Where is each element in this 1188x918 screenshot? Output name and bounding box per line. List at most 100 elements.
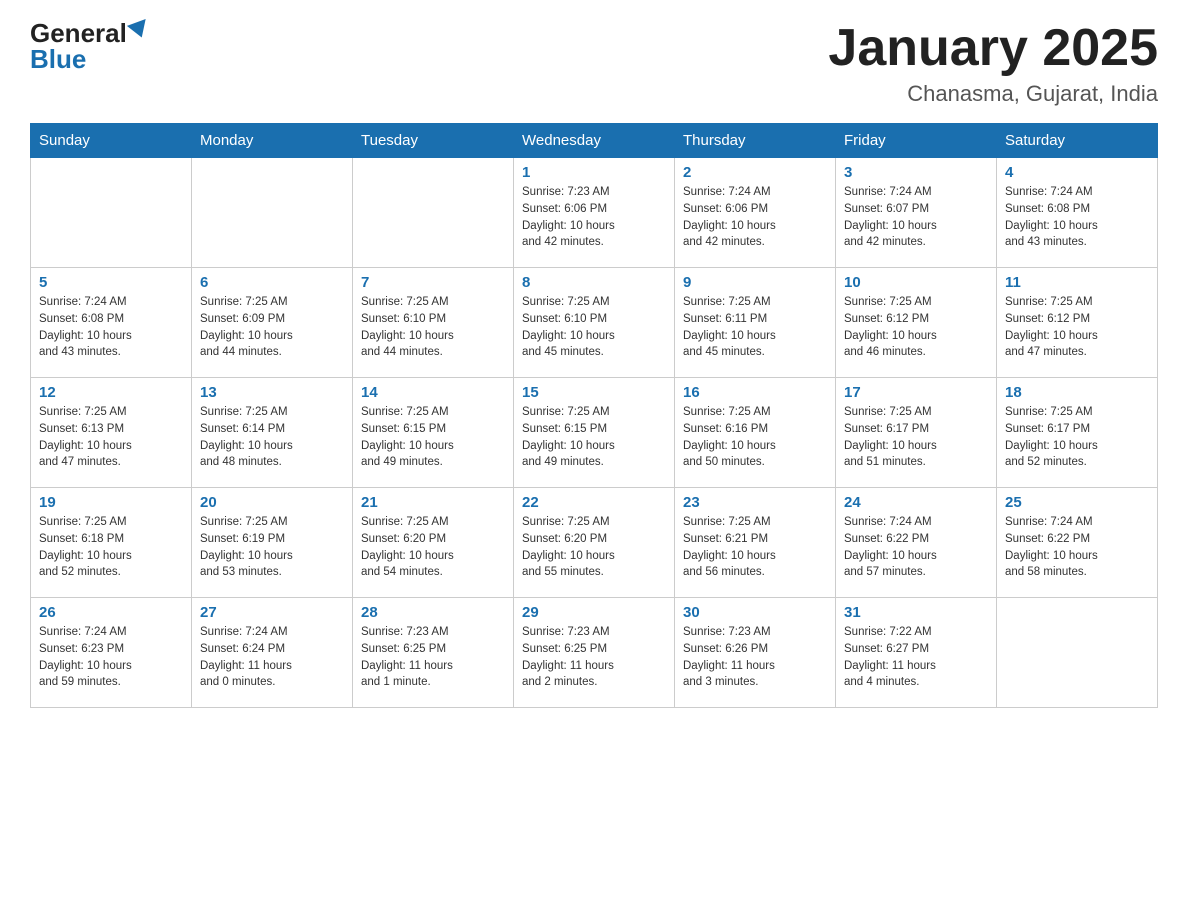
header-friday: Friday (836, 124, 997, 158)
day-info: Sunrise: 7:24 AM Sunset: 6:22 PM Dayligh… (1005, 514, 1149, 581)
day-info: Sunrise: 7:25 AM Sunset: 6:20 PM Dayligh… (522, 514, 666, 581)
day-info: Sunrise: 7:23 AM Sunset: 6:06 PM Dayligh… (522, 184, 666, 251)
day-number: 24 (844, 494, 988, 511)
day-number: 3 (844, 164, 988, 181)
logo-general-text: General (30, 20, 127, 46)
calendar-cell: 15 Sunrise: 7:25 AM Sunset: 6:15 PM Dayli… (514, 378, 675, 488)
day-number: 11 (1005, 274, 1149, 291)
calendar-cell: 7Sunrise: 7:25 AM Sunset: 6:10 PM Daylig… (353, 268, 514, 378)
calendar-row-4: 26 Sunrise: 7:24 AM Sunset: 6:23 PM Dayli… (31, 598, 1158, 708)
day-info: Sunrise: 7:22 AM Sunset: 6:27 PM Dayligh… (844, 624, 988, 691)
day-number: 8 (522, 274, 666, 291)
day-info: Sunrise: 7:24 AM Sunset: 6:06 PM Dayligh… (683, 184, 827, 251)
day-number: 15 (522, 384, 666, 401)
logo: General Blue (30, 20, 149, 72)
calendar-cell: 17 Sunrise: 7:25 AM Sunset: 6:17 PM Dayli… (836, 378, 997, 488)
calendar-cell: 8 Sunrise: 7:25 AM Sunset: 6:10 PM Daylig… (514, 268, 675, 378)
calendar-cell: 21 Sunrise: 7:25 AM Sunset: 6:20 PM Dayli… (353, 488, 514, 598)
calendar-cell: 18Sunrise: 7:25 AM Sunset: 6:17 PM Dayli… (997, 378, 1158, 488)
day-info: Sunrise: 7:24 AM Sunset: 6:22 PM Dayligh… (844, 514, 988, 581)
header-row: SundayMondayTuesdayWednesdayThursdayFrid… (31, 124, 1158, 158)
calendar-cell: 14 Sunrise: 7:25 AM Sunset: 6:15 PM Dayli… (353, 378, 514, 488)
day-number: 22 (522, 494, 666, 511)
day-number: 17 (844, 384, 988, 401)
calendar-cell: 4Sunrise: 7:24 AM Sunset: 6:08 PM Daylig… (997, 158, 1158, 268)
day-info: Sunrise: 7:23 AM Sunset: 6:26 PM Dayligh… (683, 624, 827, 691)
calendar-cell: 26 Sunrise: 7:24 AM Sunset: 6:23 PM Dayli… (31, 598, 192, 708)
day-info: Sunrise: 7:25 AM Sunset: 6:12 PM Dayligh… (844, 294, 988, 361)
header-sunday: Sunday (31, 124, 192, 158)
day-number: 18 (1005, 384, 1149, 401)
calendar-row-2: 12 Sunrise: 7:25 AM Sunset: 6:13 PM Dayli… (31, 378, 1158, 488)
day-number: 31 (844, 604, 988, 621)
day-info: Sunrise: 7:25 AM Sunset: 6:17 PM Dayligh… (844, 404, 988, 471)
logo-triangle-icon (127, 19, 151, 41)
calendar-cell (353, 158, 514, 268)
day-number: 5 (39, 274, 183, 291)
day-info: Sunrise: 7:25 AM Sunset: 6:10 PM Dayligh… (522, 294, 666, 361)
day-number: 26 (39, 604, 183, 621)
day-info: Sunrise: 7:24 AM Sunset: 6:23 PM Dayligh… (39, 624, 183, 691)
calendar-cell: 24 Sunrise: 7:24 AM Sunset: 6:22 PM Dayli… (836, 488, 997, 598)
header-wednesday: Wednesday (514, 124, 675, 158)
calendar-cell: 2 Sunrise: 7:24 AM Sunset: 6:06 PM Daylig… (675, 158, 836, 268)
day-number: 6 (200, 274, 344, 291)
calendar-cell: 19 Sunrise: 7:25 AM Sunset: 6:18 PM Dayli… (31, 488, 192, 598)
title-section: January 2025 Chanasma, Gujarat, India (828, 20, 1158, 107)
day-number: 14 (361, 384, 505, 401)
day-number: 12 (39, 384, 183, 401)
day-number: 28 (361, 604, 505, 621)
day-info: Sunrise: 7:25 AM Sunset: 6:19 PM Dayligh… (200, 514, 344, 581)
day-info: Sunrise: 7:24 AM Sunset: 6:08 PM Dayligh… (39, 294, 183, 361)
calendar-cell: 1 Sunrise: 7:23 AM Sunset: 6:06 PM Daylig… (514, 158, 675, 268)
calendar-cell (192, 158, 353, 268)
calendar-cell: 30 Sunrise: 7:23 AM Sunset: 6:26 PM Dayli… (675, 598, 836, 708)
calendar-cell: 12 Sunrise: 7:25 AM Sunset: 6:13 PM Dayli… (31, 378, 192, 488)
calendar-cell: 5 Sunrise: 7:24 AM Sunset: 6:08 PM Daylig… (31, 268, 192, 378)
header-saturday: Saturday (997, 124, 1158, 158)
day-info: Sunrise: 7:24 AM Sunset: 6:08 PM Dayligh… (1005, 184, 1149, 251)
day-number: 30 (683, 604, 827, 621)
day-number: 25 (1005, 494, 1149, 511)
day-info: Sunrise: 7:25 AM Sunset: 6:14 PM Dayligh… (200, 404, 344, 471)
calendar-table: SundayMondayTuesdayWednesdayThursdayFrid… (30, 123, 1158, 708)
calendar-cell: 23Sunrise: 7:25 AM Sunset: 6:21 PM Dayli… (675, 488, 836, 598)
day-number: 19 (39, 494, 183, 511)
day-number: 10 (844, 274, 988, 291)
day-number: 21 (361, 494, 505, 511)
calendar-cell: 20Sunrise: 7:25 AM Sunset: 6:19 PM Dayli… (192, 488, 353, 598)
day-number: 1 (522, 164, 666, 181)
calendar-cell: 25 Sunrise: 7:24 AM Sunset: 6:22 PM Dayli… (997, 488, 1158, 598)
calendar-cell (997, 598, 1158, 708)
day-info: Sunrise: 7:23 AM Sunset: 6:25 PM Dayligh… (361, 624, 505, 691)
header-tuesday: Tuesday (353, 124, 514, 158)
day-info: Sunrise: 7:25 AM Sunset: 6:13 PM Dayligh… (39, 404, 183, 471)
day-info: Sunrise: 7:25 AM Sunset: 6:15 PM Dayligh… (522, 404, 666, 471)
day-info: Sunrise: 7:24 AM Sunset: 6:07 PM Dayligh… (844, 184, 988, 251)
day-number: 9 (683, 274, 827, 291)
calendar-cell: 29Sunrise: 7:23 AM Sunset: 6:25 PM Dayli… (514, 598, 675, 708)
header-monday: Monday (192, 124, 353, 158)
day-number: 7 (361, 274, 505, 291)
day-number: 2 (683, 164, 827, 181)
day-info: Sunrise: 7:25 AM Sunset: 6:12 PM Dayligh… (1005, 294, 1149, 361)
calendar-cell: 10 Sunrise: 7:25 AM Sunset: 6:12 PM Dayli… (836, 268, 997, 378)
day-info: Sunrise: 7:25 AM Sunset: 6:18 PM Dayligh… (39, 514, 183, 581)
calendar-title: January 2025 (828, 20, 1158, 77)
calendar-cell: 28 Sunrise: 7:23 AM Sunset: 6:25 PM Dayli… (353, 598, 514, 708)
calendar-cell: 9 Sunrise: 7:25 AM Sunset: 6:11 PM Daylig… (675, 268, 836, 378)
day-number: 16 (683, 384, 827, 401)
calendar-cell: 27Sunrise: 7:24 AM Sunset: 6:24 PM Dayli… (192, 598, 353, 708)
calendar-row-3: 19 Sunrise: 7:25 AM Sunset: 6:18 PM Dayli… (31, 488, 1158, 598)
calendar-cell: 22 Sunrise: 7:25 AM Sunset: 6:20 PM Dayli… (514, 488, 675, 598)
header-thursday: Thursday (675, 124, 836, 158)
day-number: 29 (522, 604, 666, 621)
calendar-cell (31, 158, 192, 268)
day-info: Sunrise: 7:25 AM Sunset: 6:16 PM Dayligh… (683, 404, 827, 471)
day-info: Sunrise: 7:25 AM Sunset: 6:20 PM Dayligh… (361, 514, 505, 581)
calendar-cell: 13Sunrise: 7:25 AM Sunset: 6:14 PM Dayli… (192, 378, 353, 488)
day-info: Sunrise: 7:25 AM Sunset: 6:15 PM Dayligh… (361, 404, 505, 471)
day-info: Sunrise: 7:25 AM Sunset: 6:11 PM Dayligh… (683, 294, 827, 361)
calendar-cell: 11 Sunrise: 7:25 AM Sunset: 6:12 PM Dayli… (997, 268, 1158, 378)
day-info: Sunrise: 7:25 AM Sunset: 6:09 PM Dayligh… (200, 294, 344, 361)
